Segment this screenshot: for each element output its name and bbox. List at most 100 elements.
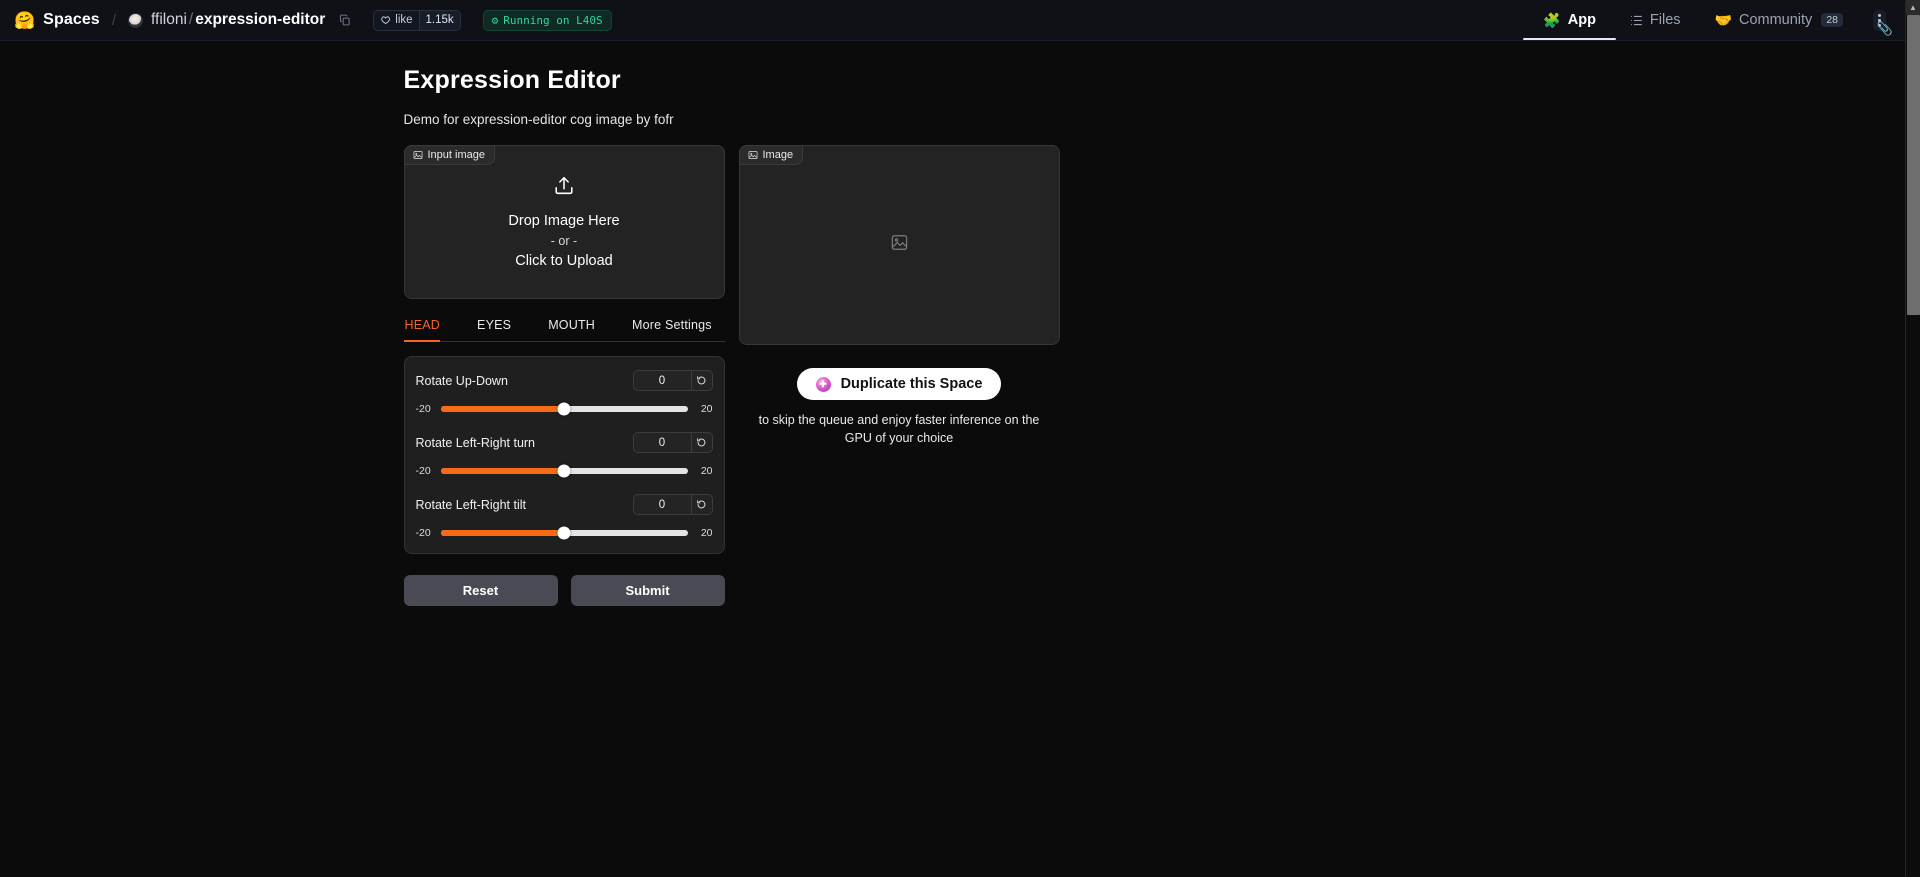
- slider-rotate-up-down: Rotate Up-Down 0 -20: [416, 370, 713, 415]
- parameter-tabs: HEAD EYES MOUTH More Settings: [404, 310, 725, 342]
- drop-image-text: Drop Image Here: [508, 213, 619, 229]
- slider-thumb[interactable]: [558, 403, 571, 416]
- reset-arrow-icon[interactable]: [691, 371, 712, 390]
- community-count-badge: 28: [1821, 13, 1843, 27]
- output-image-block: Image: [739, 145, 1060, 345]
- slider-number-input[interactable]: 0: [634, 433, 691, 452]
- duplicate-space-section: ✚ Duplicate this Space to skip the queue…: [739, 368, 1060, 448]
- slider-header: Rotate Left-Right tilt 0: [416, 494, 713, 515]
- slider-value-group[interactable]: 0: [633, 432, 713, 453]
- slider-max: 20: [696, 403, 713, 415]
- slider-fill: [441, 406, 565, 412]
- tab-community-label: Community: [1739, 12, 1812, 28]
- slider-label: Rotate Left-Right turn: [416, 436, 536, 450]
- slider-track-row[interactable]: -20 20: [416, 527, 713, 539]
- slider-track-row[interactable]: -20 20: [416, 465, 713, 477]
- tab-head[interactable]: HEAD: [404, 310, 453, 341]
- slider-value-group[interactable]: 0: [633, 370, 713, 391]
- plug-icon: ⚙: [492, 14, 499, 27]
- like-label: like: [395, 14, 412, 26]
- tab-app[interactable]: 🧩 App: [1539, 0, 1600, 40]
- like-button-group[interactable]: like 1.15k: [373, 10, 460, 31]
- app-page: Expression Editor Demo for expression-ed…: [0, 41, 1905, 877]
- owner-avatar[interactable]: [128, 13, 143, 28]
- image-icon: [748, 150, 758, 160]
- click-to-upload-text[interactable]: Click to Upload: [515, 253, 613, 269]
- slider-number-input[interactable]: 0: [634, 371, 691, 390]
- tab-mouth[interactable]: MOUTH: [547, 310, 607, 341]
- slider-label: Rotate Left-Right tilt: [416, 498, 526, 512]
- page-subtitle: Demo for expression-editor cog image by …: [404, 112, 1204, 127]
- duplicate-space-description: to skip the queue and enjoy faster infer…: [739, 412, 1060, 448]
- slider-number-input[interactable]: 0: [634, 495, 691, 514]
- head-sliders-panel: Rotate Up-Down 0 -20: [404, 356, 725, 554]
- repo-name-link[interactable]: expression-editor: [195, 11, 325, 28]
- tab-more-settings[interactable]: More Settings: [631, 310, 724, 341]
- community-hands-icon: 🤝: [1715, 12, 1732, 29]
- slider-rotate-left-right-tilt: Rotate Left-Right tilt 0: [416, 494, 713, 539]
- image-dropzone[interactable]: Drop Image Here - or - Click to Upload: [405, 146, 724, 298]
- tab-app-label: App: [1568, 12, 1596, 28]
- slider-value-group[interactable]: 0: [633, 494, 713, 515]
- status-text: Running on L40S: [503, 14, 602, 27]
- header-separator: /: [108, 12, 120, 29]
- slider-thumb[interactable]: [558, 527, 571, 540]
- slider-header: Rotate Left-Right turn 0: [416, 432, 713, 453]
- tab-community[interactable]: 🤝 Community 28: [1711, 0, 1847, 40]
- slider-thumb[interactable]: [558, 465, 571, 478]
- header-left-group: 🤗 Spaces / ffiloni/expression-editor lik…: [14, 10, 612, 31]
- page-scrollbar[interactable]: ▲: [1905, 0, 1920, 877]
- files-list-icon: [1630, 14, 1643, 27]
- output-image-label-text: Image: [763, 149, 794, 161]
- duplicate-space-label: Duplicate this Space: [841, 376, 983, 392]
- copy-icon[interactable]: [339, 14, 351, 26]
- input-image-label: Input image: [404, 145, 495, 165]
- upload-icon: [553, 175, 575, 202]
- duplicate-space-icon: ✚: [816, 377, 831, 392]
- slider-track[interactable]: [441, 468, 688, 474]
- paperclip-icon[interactable]: 📎: [1877, 21, 1893, 37]
- reset-button[interactable]: Reset: [404, 575, 558, 606]
- image-placeholder-icon: [890, 233, 909, 257]
- repo-breadcrumb: ffiloni/expression-editor: [151, 11, 325, 29]
- submit-button[interactable]: Submit: [571, 575, 725, 606]
- action-buttons: Reset Submit: [404, 575, 725, 606]
- slider-track-row[interactable]: -20 20: [416, 403, 713, 415]
- or-text: - or -: [551, 234, 577, 248]
- slider-min: -20: [416, 465, 433, 477]
- output-image-label: Image: [739, 145, 804, 165]
- header-overflow-menu[interactable]: 📎: [1873, 10, 1886, 31]
- reset-arrow-icon[interactable]: [691, 495, 712, 514]
- page-title: Expression Editor: [404, 66, 1204, 95]
- chevron-up-icon[interactable]: ▲: [1906, 0, 1920, 15]
- duplicate-space-button[interactable]: ✚ Duplicate this Space: [797, 368, 1002, 400]
- repo-owner-link[interactable]: ffiloni: [151, 11, 187, 28]
- like-button[interactable]: like: [374, 11, 418, 30]
- right-column: Image ✚ Duplicate this Space: [739, 145, 1060, 448]
- header-nav: 🧩 App Files 🤝 Community 28 📎: [1539, 0, 1906, 40]
- left-column: Input image Drop Image Here - or - Click…: [404, 145, 725, 606]
- site-header: 🤗 Spaces / ffiloni/expression-editor lik…: [0, 0, 1920, 41]
- input-image-block[interactable]: Input image Drop Image Here - or - Click…: [404, 145, 725, 299]
- slider-fill: [441, 468, 565, 474]
- scrollbar-thumb[interactable]: [1907, 15, 1920, 315]
- slider-min: -20: [416, 403, 433, 415]
- tab-eyes[interactable]: EYES: [476, 310, 523, 341]
- two-column-layout: Input image Drop Image Here - or - Click…: [404, 145, 1204, 606]
- spaces-brand-link[interactable]: Spaces: [43, 11, 100, 29]
- slider-max: 20: [696, 465, 713, 477]
- repo-path-slash: /: [187, 11, 195, 28]
- slider-fill: [441, 530, 565, 536]
- app-cube-icon: 🧩: [1543, 12, 1560, 29]
- app-content: Expression Editor Demo for expression-ed…: [404, 41, 1204, 606]
- reset-arrow-icon[interactable]: [691, 433, 712, 452]
- slider-track[interactable]: [441, 530, 688, 536]
- tab-files-label: Files: [1650, 12, 1681, 28]
- hugging-face-logo-icon[interactable]: 🤗: [14, 12, 35, 29]
- image-icon: [413, 150, 423, 160]
- heart-icon: [380, 15, 391, 26]
- slider-max: 20: [696, 527, 713, 539]
- slider-track[interactable]: [441, 406, 688, 412]
- like-count: 1.15k: [419, 11, 460, 30]
- tab-files[interactable]: Files: [1626, 0, 1685, 40]
